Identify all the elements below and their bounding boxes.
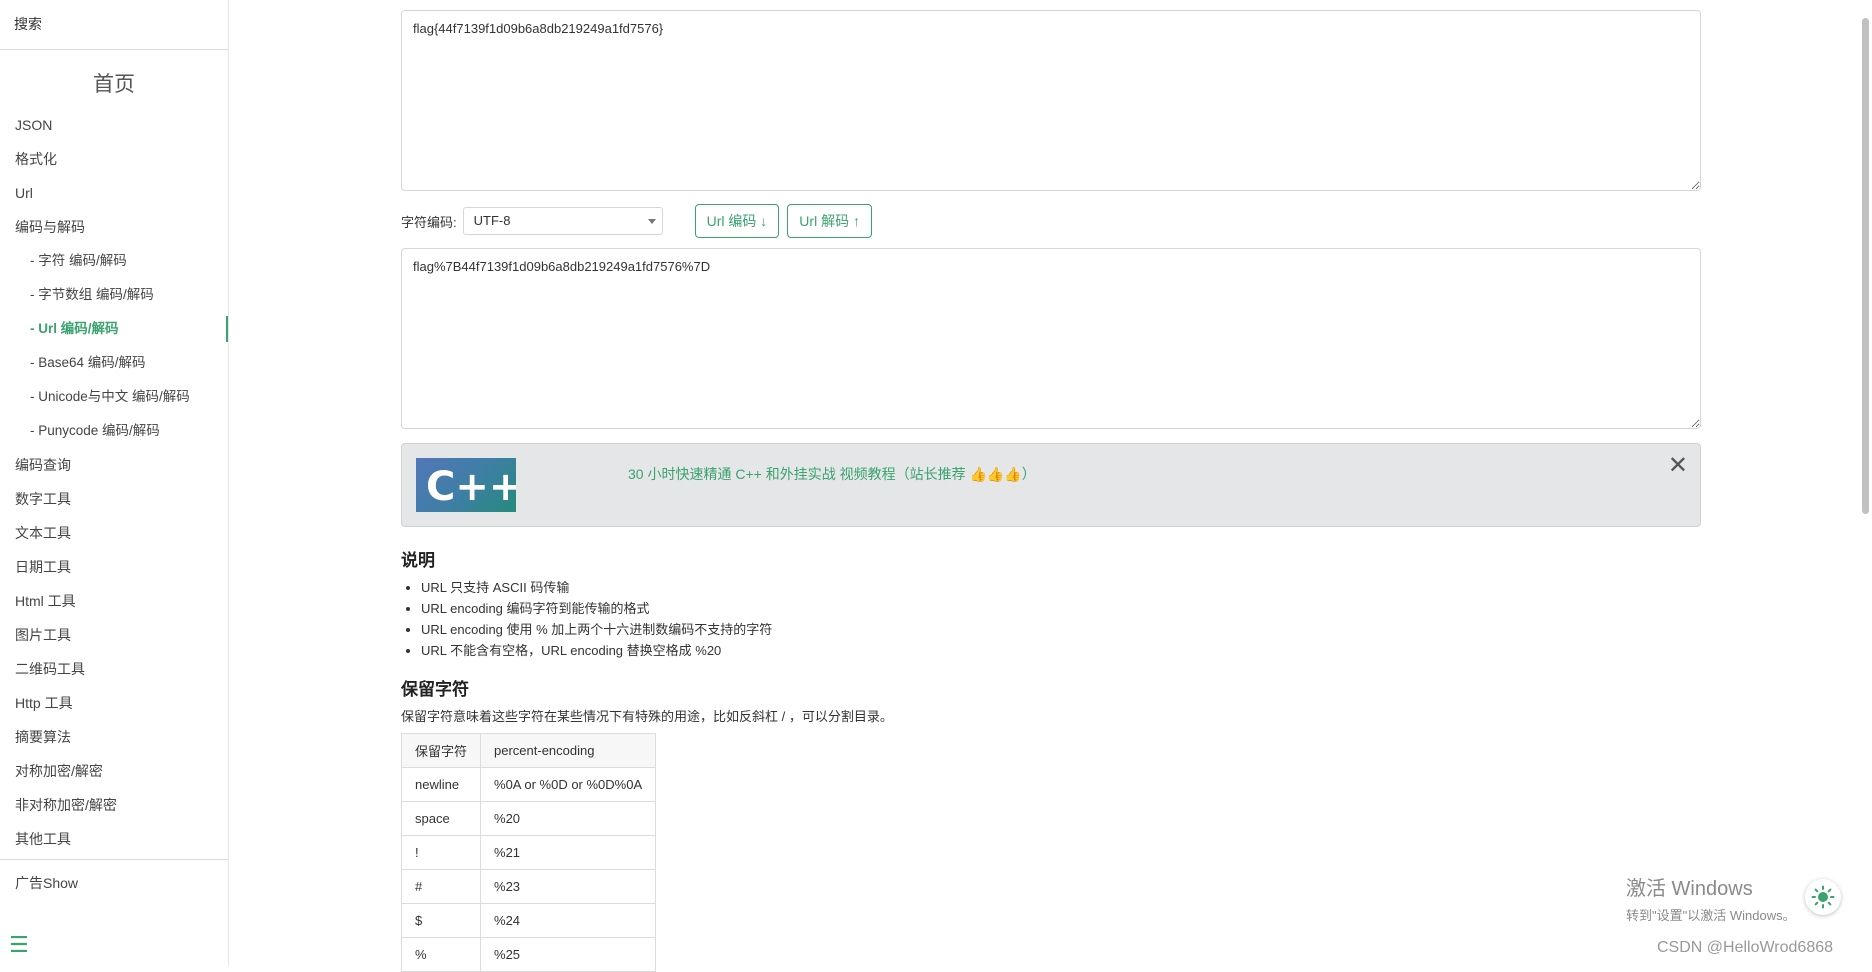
- table-row: # %23: [400, 869, 657, 904]
- close-icon[interactable]: ✕: [1668, 454, 1688, 478]
- table-row: space %20: [400, 801, 657, 836]
- csdn-watermark: CSDN @HelloWrod6868: [1657, 939, 1834, 956]
- reserved-title: 保留字符: [401, 680, 469, 699]
- table-cell: %0A or %0D or %0D%0A: [480, 767, 657, 802]
- list-item: URL 只支持 ASCII 码传输: [421, 577, 1701, 598]
- table-row: newline %0A or %0D or %0D%0A: [400, 767, 657, 802]
- table-header: 保留字符: [400, 733, 482, 768]
- table-cell: newline: [400, 767, 482, 802]
- sidebar-item[interactable]: - Url 编码/解码: [0, 312, 228, 346]
- table-row: % %25: [400, 937, 657, 972]
- scrollbar-thumb[interactable]: [1862, 18, 1869, 514]
- list-item: URL encoding 编码字符到能传输的格式: [421, 598, 1701, 619]
- theme-toggle-button[interactable]: [1805, 879, 1841, 915]
- table-cell: %24: [480, 903, 657, 938]
- sidebar-item[interactable]: 其他工具: [0, 822, 228, 856]
- sidebar-item[interactable]: 文本工具: [0, 516, 228, 550]
- sidebar-item[interactable]: - 字符 编码/解码: [0, 244, 228, 278]
- sun-icon: [1811, 885, 1835, 909]
- sidebar-item[interactable]: 编码查询: [0, 448, 228, 482]
- description-title: 说明: [401, 551, 435, 570]
- sidebar-item[interactable]: Html 工具: [0, 584, 228, 618]
- table-cell: space: [400, 801, 482, 836]
- page-scrollbar[interactable]: [1858, 0, 1872, 966]
- controls-row: 字符编码: UTF-8 Url 编码 ↓ Url 解码 ↑: [401, 204, 872, 238]
- charset-select-value: UTF-8: [473, 213, 511, 228]
- description-list: URL 只支持 ASCII 码传输URL encoding 编码字符到能传输的格…: [401, 577, 1701, 661]
- table-cell: %: [400, 937, 482, 972]
- watermark-title: 激活 Windows: [1626, 878, 1753, 900]
- sidebar-item[interactable]: 摘要算法: [0, 720, 228, 754]
- table-cell: %25: [480, 937, 657, 972]
- chevron-down-icon: [647, 219, 656, 224]
- table-cell: %20: [480, 801, 657, 836]
- reserved-table: 保留字符 percent-encoding newline %0A or %0D …: [400, 733, 657, 972]
- sidebar: 搜索 首页 JSON 格式化 Url 编码与解码 - 字符 编码/解码 - 字节数组 编码…: [0, 0, 229, 966]
- sidebar-item[interactable]: - Unicode与中文 编码/解码: [0, 380, 228, 414]
- cpp-logo-text: C++: [426, 464, 516, 510]
- sidebar-item[interactable]: 图片工具: [0, 618, 228, 652]
- sidebar-item[interactable]: - 字节数组 编码/解码: [0, 278, 228, 312]
- list-item: URL 不能含有空格，URL encoding 替换空格成 %20: [421, 640, 1701, 661]
- sidebar-item[interactable]: - Base64 编码/解码: [0, 346, 228, 380]
- sidebar-item[interactable]: JSON: [0, 108, 228, 142]
- output-textarea[interactable]: [401, 248, 1701, 429]
- sidebar-item[interactable]: Url: [0, 176, 228, 210]
- table-row: ! %21: [400, 835, 657, 870]
- table-cell: !: [400, 835, 482, 870]
- sidebar-item[interactable]: 格式化: [0, 142, 228, 176]
- table-cell: %21: [480, 835, 657, 870]
- url-decode-button[interactable]: Url 解码 ↑: [787, 204, 872, 238]
- reserved-intro: 保留字符意味着这些字符在某些情况下有特殊的用途，比如反斜杠 / ，可以分割目录。: [401, 709, 893, 724]
- sidebar-item[interactable]: 二维码工具: [0, 652, 228, 686]
- sidebar-item[interactable]: 数字工具: [0, 482, 228, 516]
- hamburger-icon[interactable]: ☰: [9, 932, 29, 958]
- table-cell: %23: [480, 869, 657, 904]
- sidebar-item[interactable]: 非对称加密/解密: [0, 788, 228, 822]
- description-section: 说明 URL 只支持 ASCII 码传输URL encoding 编码字符到能传…: [401, 546, 1701, 661]
- table-header-row: 保留字符 percent-encoding: [400, 733, 657, 768]
- sidebar-item-ad-show[interactable]: 广告Show: [0, 866, 228, 900]
- sidebar-item[interactable]: 日期工具: [0, 550, 228, 584]
- ad-text[interactable]: 30 小时快速精通 C++ 和外挂实战 视频教程（站长推荐 👍👍👍）: [628, 464, 1036, 484]
- table-cell: $: [400, 903, 482, 938]
- url-encode-button[interactable]: Url 编码 ↓: [694, 204, 780, 238]
- table-cell: #: [400, 869, 482, 904]
- windows-activation-watermark: 激活 Windows 转到"设置"以激活 Windows。: [1626, 872, 1796, 924]
- sidebar-item[interactable]: Http 工具: [0, 686, 228, 720]
- cpp-logo: C++: [416, 458, 516, 512]
- charset-label: 字符编码:: [401, 214, 457, 230]
- reserved-section: 保留字符 保留字符意味着这些字符在某些情况下有特殊的用途，比如反斜杠 / ，可以…: [400, 675, 893, 972]
- input-textarea[interactable]: [401, 10, 1701, 191]
- sidebar-nav: JSON 格式化 Url 编码与解码 - 字符 编码/解码 - 字节数组 编码/解码 - U…: [0, 108, 228, 856]
- sidebar-divider: [0, 859, 228, 860]
- sidebar-search[interactable]: 搜索: [0, 0, 228, 50]
- table-header: percent-encoding: [480, 733, 657, 768]
- table-row: $ %24: [400, 903, 657, 938]
- watermark-subtitle: 转到"设置"以激活 Windows。: [1626, 908, 1796, 923]
- sidebar-home-link[interactable]: 首页: [0, 70, 228, 100]
- list-item: URL encoding 使用 % 加上两个十六进制数编码不支持的字符: [421, 619, 1701, 640]
- sidebar-item[interactable]: 对称加密/解密: [0, 754, 228, 788]
- ad-banner[interactable]: C++ 30 小时快速精通 C++ 和外挂实战 视频教程（站长推荐 👍👍👍） ✕: [401, 443, 1701, 527]
- charset-select[interactable]: UTF-8: [462, 207, 663, 235]
- sidebar-item[interactable]: 编码与解码: [0, 210, 228, 244]
- sidebar-item[interactable]: - Punycode 编码/解码: [0, 414, 228, 448]
